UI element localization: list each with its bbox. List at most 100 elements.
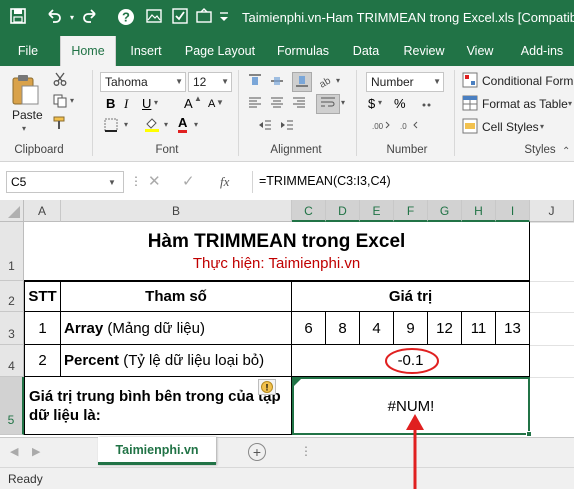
paste-dropdown-icon[interactable]: ▾ xyxy=(22,124,26,133)
align-top-icon[interactable] xyxy=(248,74,262,91)
copy-icon[interactable] xyxy=(52,94,68,111)
array-value-cell[interactable]: 4 xyxy=(360,312,394,345)
increase-indent-icon[interactable] xyxy=(280,118,294,135)
warning-icon[interactable]: ! xyxy=(258,379,276,395)
font-color-button[interactable]: A xyxy=(178,116,188,133)
paste-icon[interactable] xyxy=(10,72,40,109)
tab-review[interactable]: Review xyxy=(398,36,450,66)
shape-icon[interactable] xyxy=(194,8,214,28)
row-header-3[interactable]: 3 xyxy=(0,312,24,345)
array-value-cell[interactable]: 8 xyxy=(326,312,360,345)
align-middle-icon[interactable] xyxy=(270,74,284,91)
wrap-text-icon[interactable] xyxy=(316,94,340,114)
tab-add-ins[interactable]: Add-ins xyxy=(514,36,570,66)
percent-button[interactable]: % xyxy=(394,96,406,111)
percent-label-cell[interactable]: Percent (Tỷ lệ dữ liệu loại bỏ) xyxy=(61,345,292,377)
format-painter-icon[interactable] xyxy=(52,116,68,133)
tab-insert[interactable]: Insert xyxy=(124,36,168,66)
row4-number-cell[interactable]: 2 xyxy=(24,345,61,377)
tab-home[interactable]: Home xyxy=(60,36,116,66)
column-header-i[interactable]: I xyxy=(496,200,530,222)
array-value-cell[interactable]: 13 xyxy=(496,312,530,345)
decrease-decimal-icon[interactable]: .0 xyxy=(400,118,418,135)
tab-view[interactable]: View xyxy=(462,36,498,66)
column-header-d[interactable]: D xyxy=(326,200,360,222)
formula-input[interactable]: =TRIMMEAN(C3:I3,C4) xyxy=(252,171,570,193)
result-label-cell[interactable]: Giá trị trung bình bên trong của tập dữ … xyxy=(24,377,292,435)
column-header-b[interactable]: B xyxy=(61,200,292,222)
align-bottom-icon[interactable] xyxy=(292,72,312,92)
cut-icon[interactable] xyxy=(52,72,68,89)
border-icon[interactable] xyxy=(104,118,118,135)
add-sheet-button[interactable]: + xyxy=(248,443,266,461)
image-icon[interactable] xyxy=(144,8,164,28)
row-header-2[interactable]: 2 xyxy=(0,281,24,312)
bold-button[interactable]: B xyxy=(106,96,115,111)
array-value-cell[interactable]: 9 xyxy=(394,312,428,345)
tab-page-layout[interactable]: Page Layout xyxy=(180,36,260,66)
value-header-cell[interactable]: Giá trị xyxy=(292,281,530,312)
orientation-icon[interactable]: ab xyxy=(318,74,334,91)
scroll-right-icon[interactable]: ▶ xyxy=(32,445,40,458)
cell-styles-dropdown-icon[interactable]: ▾ xyxy=(540,122,544,131)
format-as-table-button[interactable]: Format as Table xyxy=(482,97,568,111)
italic-button[interactable]: I xyxy=(124,96,128,112)
row3-number-cell[interactable]: 1 xyxy=(24,312,61,345)
decrease-indent-icon[interactable] xyxy=(258,118,272,135)
format-table-dropdown-icon[interactable]: ▾ xyxy=(568,99,572,108)
orientation-dropdown-icon[interactable]: ▾ xyxy=(336,76,340,85)
column-header-j[interactable]: J xyxy=(530,200,574,222)
cancel-icon[interactable]: ✕ xyxy=(148,172,161,190)
currency-dropdown-icon[interactable]: ▾ xyxy=(378,98,382,107)
tab-formulas[interactable]: Formulas xyxy=(272,36,334,66)
column-header-g[interactable]: G xyxy=(428,200,462,222)
column-header-c[interactable]: C xyxy=(292,200,326,222)
tab-data[interactable]: Data xyxy=(348,36,384,66)
row-header-5[interactable]: 5 xyxy=(0,377,24,435)
help-icon[interactable]: ? xyxy=(116,8,136,28)
tab-file[interactable]: File xyxy=(6,36,50,66)
array-value-cell[interactable]: 12 xyxy=(428,312,462,345)
font-size-combo[interactable]: 12 ▼ xyxy=(188,72,232,92)
array-value-cell[interactable]: 6 xyxy=(292,312,326,345)
comma-style-icon[interactable] xyxy=(420,96,434,113)
number-format-combo[interactable]: Number ▼ xyxy=(366,72,444,92)
row-header-1[interactable]: 1 xyxy=(0,222,24,281)
array-value-cell[interactable]: 11 xyxy=(462,312,496,345)
select-all-corner[interactable] xyxy=(0,200,24,222)
currency-button[interactable]: $ xyxy=(368,96,375,111)
border-dropdown-icon[interactable]: ▾ xyxy=(124,120,128,129)
row-header-4[interactable]: 4 xyxy=(0,345,24,377)
name-box[interactable]: C5 xyxy=(6,171,124,193)
insert-function-button[interactable]: fx xyxy=(220,174,229,190)
column-header-f[interactable]: F xyxy=(394,200,428,222)
sheet-tab-active[interactable]: Taimienphi.vn xyxy=(98,437,216,465)
enter-icon[interactable]: ✓ xyxy=(182,172,195,190)
name-box-dropdown-icon[interactable]: ▼ xyxy=(108,178,116,187)
param-header-cell[interactable]: Tham số xyxy=(61,281,292,312)
cell-styles-button[interactable]: Cell Styles xyxy=(482,120,539,134)
column-header-a[interactable]: A xyxy=(24,200,61,222)
redo-icon[interactable] xyxy=(80,8,100,28)
column-header-h[interactable]: H xyxy=(462,200,496,222)
merge-dropdown-icon[interactable]: ▾ xyxy=(341,98,345,107)
column-header-e[interactable]: E xyxy=(360,200,394,222)
font-name-combo[interactable]: Tahoma ▼ xyxy=(100,72,186,92)
undo-dropdown-icon[interactable]: ▾ xyxy=(62,8,82,28)
increase-decimal-icon[interactable]: .00 xyxy=(372,118,390,135)
customize-toolbar-icon[interactable] xyxy=(214,8,234,28)
paste-button[interactable]: Paste xyxy=(12,108,43,122)
fill-color-dropdown-icon[interactable]: ▾ xyxy=(164,120,168,129)
undo-icon[interactable] xyxy=(44,8,64,28)
array-label-cell[interactable]: Array (Mảng dữ liệu) xyxy=(61,312,292,345)
stt-header-cell[interactable]: STT xyxy=(24,281,61,312)
shrink-font-button[interactable]: A xyxy=(208,98,215,110)
font-color-dropdown-icon[interactable]: ▾ xyxy=(194,120,198,129)
underline-dropdown-icon[interactable]: ▾ xyxy=(154,98,158,107)
conditional-formatting-button[interactable]: Conditional Form xyxy=(482,74,573,88)
ribbon-collapse-icon[interactable]: ⌃ xyxy=(562,146,570,157)
scroll-left-icon[interactable]: ◀ xyxy=(10,445,18,458)
grow-font-button[interactable]: A xyxy=(184,96,193,111)
copy-dropdown-icon[interactable]: ▾ xyxy=(70,96,74,105)
save-icon[interactable] xyxy=(8,8,28,28)
